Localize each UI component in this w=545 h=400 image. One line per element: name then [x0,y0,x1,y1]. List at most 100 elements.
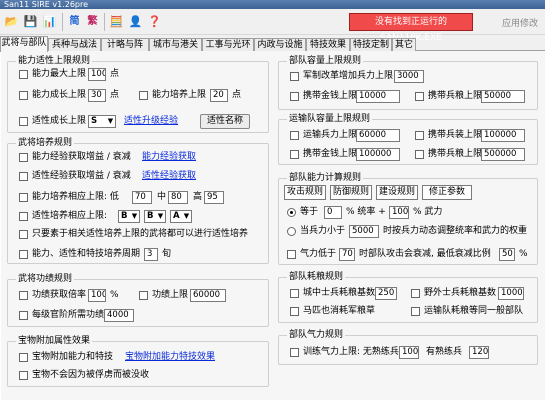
chevron-down-icon: ▼ [183,212,190,220]
person-icon[interactable]: 👤 [127,13,144,30]
transport-food-label: 携带兵粮上限 [428,149,483,159]
group-title: 部队气力规则 [287,330,346,340]
tab-other[interactable]: 其它 [392,38,416,51]
tab-works-aura[interactable]: 工事与光环 [202,38,254,51]
exp-gain-checkbox[interactable] [19,153,28,162]
merit-group: 武将功绩规则 功绩获取倍率 100 % 功绩上限 60000 每级官阶所需功绩 … [7,274,269,327]
transport-food-input[interactable]: 500000 [481,148,525,161]
title-troop-checkbox[interactable] [290,72,299,81]
tab-panel: 能力适性上限规则 能力最大上限 100 点 能力成长上限 30 点 能力培养上限… [0,51,545,400]
merit-limit-input[interactable]: 60000 [190,289,226,302]
chart-icon[interactable]: 📊 [41,13,58,30]
exp-gain-link[interactable]: 能力经验获取 [142,152,196,163]
apt-exp-gain-link[interactable]: 适性经验获取 [142,171,196,182]
max-limit-checkbox[interactable] [19,70,28,79]
transport-troop-checkbox[interactable] [290,131,299,140]
equal-lead-label: % 统率 + [346,207,386,217]
train-low-input[interactable]: 70 [132,191,152,204]
calculator-icon[interactable]: 🧮 [108,13,125,30]
equal-lead-input[interactable]: 0 [324,206,342,219]
growth-limit-input[interactable]: 30 [88,89,106,102]
morale-checkbox[interactable] [287,250,296,259]
apt-high-select[interactable]: A ▼ [170,210,192,223]
transport-food-checkbox[interactable] [415,150,424,159]
merit-rate-input[interactable]: 100 [88,289,106,302]
subtab-adjust[interactable]: 修正参数 [422,185,472,200]
spirit-skilled-input[interactable]: 120 [469,346,489,359]
unit-gold-input[interactable]: 10000 [356,90,400,103]
traditional-icon[interactable]: 繁 [84,13,101,30]
apt-exp-gain-checkbox[interactable] [19,172,28,181]
troop-less-input[interactable]: 5000 [349,225,379,238]
train-mid-input[interactable]: 80 [168,191,188,204]
merit-rate-checkbox[interactable] [19,291,28,300]
folder-icon[interactable]: 📂 [3,13,20,30]
consume-group: 部队耗粮规则 城中士兵耗粮基数 250 野外士兵耗粮基数 1000 马匹也消耗军… [278,272,538,323]
unit-label: % [110,290,119,300]
equal-radio[interactable] [287,208,296,217]
train-limit-checkbox[interactable] [139,91,148,100]
spirit-unskilled-input[interactable]: 100 [399,346,419,359]
subtab-build[interactable]: 建设规则 [376,185,418,200]
apt-range-checkbox[interactable] [19,212,28,221]
save-icon[interactable]: 💾 [22,13,39,30]
city-consume-checkbox[interactable] [290,289,299,298]
apt-exp-link[interactable]: 适性升级经验 [124,116,178,127]
help-icon[interactable]: ❓ [146,13,163,30]
unit-food-input[interactable]: 50000 [481,90,525,103]
tab-skill-effect[interactable]: 特技效果 [306,38,350,51]
cycle-input[interactable]: 3 [144,248,158,261]
morale-min-input[interactable]: 50 [499,248,515,261]
field-consume-input[interactable]: 1000 [498,287,524,300]
train-range-checkbox[interactable] [19,193,28,202]
treasure-lose-checkbox[interactable] [19,371,28,380]
subtab-defense[interactable]: 防御规则 [330,185,372,200]
simplified-icon[interactable]: 简 [66,13,83,30]
unit-gold-checkbox[interactable] [290,92,299,101]
tab-troop-tactics[interactable]: 兵种与战法 [48,38,101,51]
transport-troop-input[interactable]: 60000 [356,129,400,142]
train-high-input[interactable]: 95 [204,191,224,204]
apt-low-select[interactable]: B ▼ [118,210,140,223]
transport-weapon-checkbox[interactable] [415,131,424,140]
tab-city-port[interactable]: 城市与港关 [149,38,202,51]
subtab-attack[interactable]: 攻击规则 [284,185,326,200]
merit-limit-checkbox[interactable] [139,291,148,300]
apt-name-button[interactable]: 适性名称 [200,114,250,129]
equal-war-input[interactable]: 100 [389,206,409,219]
apt-limit-select[interactable]: S ▼ [88,115,116,128]
req-checkbox[interactable] [19,230,28,239]
field-consume-checkbox[interactable] [411,289,420,298]
tab-skill-custom[interactable]: 特技定制 [350,38,392,51]
transport-gold-checkbox[interactable] [290,150,299,159]
transport-weapon-input[interactable]: 100000 [481,129,525,142]
transport-gold-input[interactable]: 100000 [356,148,400,161]
troop-less-desc: 时按兵力动态调整统率和武力的权重 [383,226,528,236]
troop-less-radio[interactable] [287,227,296,236]
tab-domestic-facility[interactable]: 内政与设施 [254,38,306,51]
official-merit-checkbox[interactable] [19,311,28,320]
unit-food-checkbox[interactable] [415,92,424,101]
apt-limit-checkbox[interactable] [19,117,28,126]
apply-button[interactable]: 应用修改 [502,16,538,29]
apt-mid-select[interactable]: B ▼ [144,210,166,223]
treasure-attach-checkbox[interactable] [19,353,28,362]
treasure-attach-link[interactable]: 宝物附加能力特技效果 [125,352,215,363]
train-limit-input[interactable]: 20 [210,89,228,102]
max-limit-input[interactable]: 100 [88,68,106,81]
tab-strategy-formation[interactable]: 计略与阵 [101,38,149,51]
spirit-checkbox[interactable] [290,348,299,357]
cycle-checkbox[interactable] [19,250,28,259]
unit-gold-label: 携带金钱上限 [303,91,358,101]
toolbar-separator [62,13,63,31]
growth-limit-checkbox[interactable] [19,91,28,100]
title-troop-input[interactable]: 3000 [394,70,424,83]
official-merit-input[interactable]: 4000 [104,309,134,322]
tab-general-unit[interactable]: 武将与部队 [0,36,48,52]
train-range-label: 能力培养相应上限: 低 [32,192,119,202]
treasure-attach-label: 宝物附加能力和特技 [32,352,114,362]
city-consume-input[interactable]: 250 [375,287,397,300]
transport-consume-checkbox[interactable] [411,307,420,316]
morale-input[interactable]: 70 [339,248,355,261]
horse-consume-checkbox[interactable] [290,307,299,316]
